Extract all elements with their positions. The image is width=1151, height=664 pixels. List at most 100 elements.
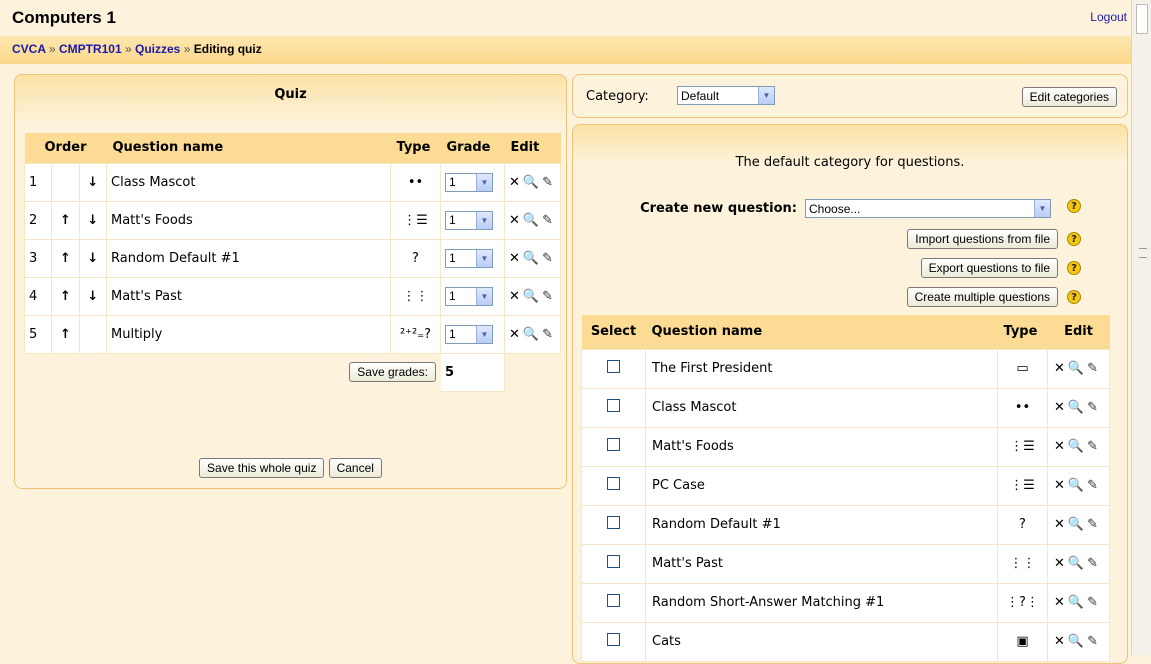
delete-icon[interactable]: ✕ <box>1054 595 1065 610</box>
grade-select[interactable]: 1 ▼ <box>445 286 493 306</box>
cancel-button[interactable]: Cancel <box>328 458 382 478</box>
grade-select[interactable]: 1 ▼ <box>445 324 493 344</box>
edit-icon[interactable]: ✎ <box>1087 361 1098 376</box>
help-icon[interactable]: ? <box>1067 199 1081 213</box>
grade-select[interactable]: 1 ▼ <box>445 172 493 192</box>
column-type: Type <box>390 133 441 163</box>
preview-icon[interactable]: 🔍 <box>1068 556 1084 571</box>
logout-link[interactable]: Logout <box>1090 10 1127 24</box>
edit-icon[interactable]: ✎ <box>542 289 553 304</box>
import-questions-button[interactable]: Import questions from file <box>907 229 1058 249</box>
preview-icon[interactable]: 🔍 <box>523 289 539 304</box>
vertical-scrollbar[interactable] <box>1131 0 1151 655</box>
delete-icon[interactable]: ✕ <box>1054 478 1065 493</box>
help-icon[interactable]: ? <box>1067 232 1081 246</box>
delete-icon[interactable]: ✕ <box>509 327 520 342</box>
edit-actions: ✕ 🔍 ✎ <box>1047 426 1110 467</box>
breadcrumb-course[interactable]: CMPTR101 <box>59 42 122 56</box>
delete-icon[interactable]: ✕ <box>1054 439 1065 454</box>
question-type-icon: ⋮?⋮ <box>997 582 1048 623</box>
delete-icon[interactable]: ✕ <box>1054 556 1065 571</box>
question-order-number: 5 <box>23 314 53 354</box>
bank-question-row: The First President ▭ ✕ 🔍 ✎ <box>581 348 1110 389</box>
edit-icon[interactable]: ✎ <box>1087 439 1098 454</box>
move-up-icon[interactable]: ↑ <box>51 314 80 354</box>
delete-icon[interactable]: ✕ <box>1054 634 1065 649</box>
preview-icon[interactable]: 🔍 <box>1068 478 1084 493</box>
preview-icon[interactable]: 🔍 <box>523 175 539 190</box>
edit-icon[interactable]: ✎ <box>1087 634 1098 649</box>
edit-icon[interactable]: ✎ <box>1087 400 1098 415</box>
move-down-icon[interactable]: ↓ <box>78 162 108 202</box>
edit-icon[interactable]: ✎ <box>542 175 553 190</box>
move-up-icon[interactable]: ↑ <box>51 276 80 316</box>
select-checkbox[interactable] <box>607 438 620 451</box>
delete-icon[interactable]: ✕ <box>509 289 520 304</box>
edit-icon[interactable]: ✎ <box>1087 517 1098 532</box>
question-bank-table: Select Question name Type Edit The First… <box>581 315 1110 662</box>
select-checkbox[interactable] <box>607 360 620 373</box>
preview-icon[interactable]: 🔍 <box>1068 439 1084 454</box>
delete-icon[interactable]: ✕ <box>1054 361 1065 376</box>
create-question-select[interactable]: Choose... ▼ <box>805 199 1051 218</box>
create-multiple-questions-button[interactable]: Create multiple questions <box>906 287 1058 307</box>
delete-icon[interactable]: ✕ <box>509 213 520 228</box>
question-order-number: 4 <box>23 276 53 316</box>
preview-icon[interactable]: 🔍 <box>523 251 539 266</box>
edit-actions: ✕ 🔍 ✎ <box>504 162 561 202</box>
grade-cell: 1 ▼ <box>440 200 505 240</box>
edit-icon[interactable]: ✎ <box>542 251 553 266</box>
help-icon[interactable]: ? <box>1067 261 1081 275</box>
edit-icon[interactable]: ✎ <box>1087 556 1098 571</box>
grade-select[interactable]: 1 ▼ <box>445 210 493 230</box>
move-up-icon[interactable]: ↑ <box>51 238 80 278</box>
select-checkbox[interactable] <box>607 555 620 568</box>
breadcrumb-quizzes[interactable]: Quizzes <box>135 42 180 56</box>
quiz-question-row: 2 ↑ ↓ Matt's Foods ⋮☰ 1 ▼ ✕ 🔍 ✎ <box>23 200 561 240</box>
question-type-icon: ⋮☰ <box>997 426 1048 467</box>
move-up-icon[interactable]: ↑ <box>51 200 80 240</box>
edit-icon[interactable]: ✎ <box>1087 478 1098 493</box>
move-down-icon[interactable]: ↓ <box>78 276 108 316</box>
question-type-icon: ? <box>997 504 1048 545</box>
delete-icon[interactable]: ✕ <box>509 175 520 190</box>
preview-icon[interactable]: 🔍 <box>1068 361 1084 376</box>
save-whole-quiz-button[interactable]: Save this whole quiz <box>199 458 325 478</box>
edit-icon[interactable]: ✎ <box>1087 595 1098 610</box>
grade-select[interactable]: 1 ▼ <box>445 248 493 268</box>
edit-categories-button[interactable]: Edit categories <box>1021 87 1117 107</box>
select-checkbox[interactable] <box>607 477 620 490</box>
preview-icon[interactable]: 🔍 <box>523 213 539 228</box>
resize-grip[interactable] <box>1139 248 1147 258</box>
delete-icon[interactable]: ✕ <box>509 251 520 266</box>
select-checkbox[interactable] <box>607 594 620 607</box>
export-questions-button[interactable]: Export questions to file <box>920 258 1058 278</box>
delete-icon[interactable]: ✕ <box>1054 400 1065 415</box>
breadcrumb-separator: » <box>183 42 191 56</box>
preview-icon[interactable]: 🔍 <box>1068 634 1084 649</box>
question-bank-panel: The default category for questions. Crea… <box>572 124 1128 664</box>
move-down-icon[interactable]: ↓ <box>78 238 108 278</box>
preview-icon[interactable]: 🔍 <box>1068 400 1084 415</box>
move-down-icon[interactable]: ↓ <box>78 200 108 240</box>
edit-icon[interactable]: ✎ <box>542 213 553 228</box>
save-grades-button[interactable]: Save grades: <box>349 362 436 382</box>
breadcrumb-cvca[interactable]: CVCA <box>12 42 46 56</box>
preview-icon[interactable]: 🔍 <box>523 327 539 342</box>
edit-icon[interactable]: ✎ <box>542 327 553 342</box>
category-select[interactable]: Default ▼ <box>677 86 775 105</box>
select-checkbox[interactable] <box>607 633 620 646</box>
breadcrumb: CVCA » CMPTR101 » Quizzes » Editing quiz <box>0 36 1131 64</box>
move-down-icon[interactable] <box>78 314 108 354</box>
preview-icon[interactable]: 🔍 <box>1068 517 1084 532</box>
select-checkbox[interactable] <box>607 399 620 412</box>
preview-icon[interactable]: 🔍 <box>1068 595 1084 610</box>
scrollbar-thumb[interactable] <box>1136 4 1148 34</box>
help-icon[interactable]: ? <box>1067 290 1081 304</box>
delete-icon[interactable]: ✕ <box>1054 517 1065 532</box>
chevron-down-icon: ▼ <box>758 87 774 104</box>
move-up-icon[interactable] <box>51 162 80 202</box>
select-checkbox[interactable] <box>607 516 620 529</box>
column-order: Order <box>24 133 107 163</box>
select-cell <box>581 504 646 545</box>
